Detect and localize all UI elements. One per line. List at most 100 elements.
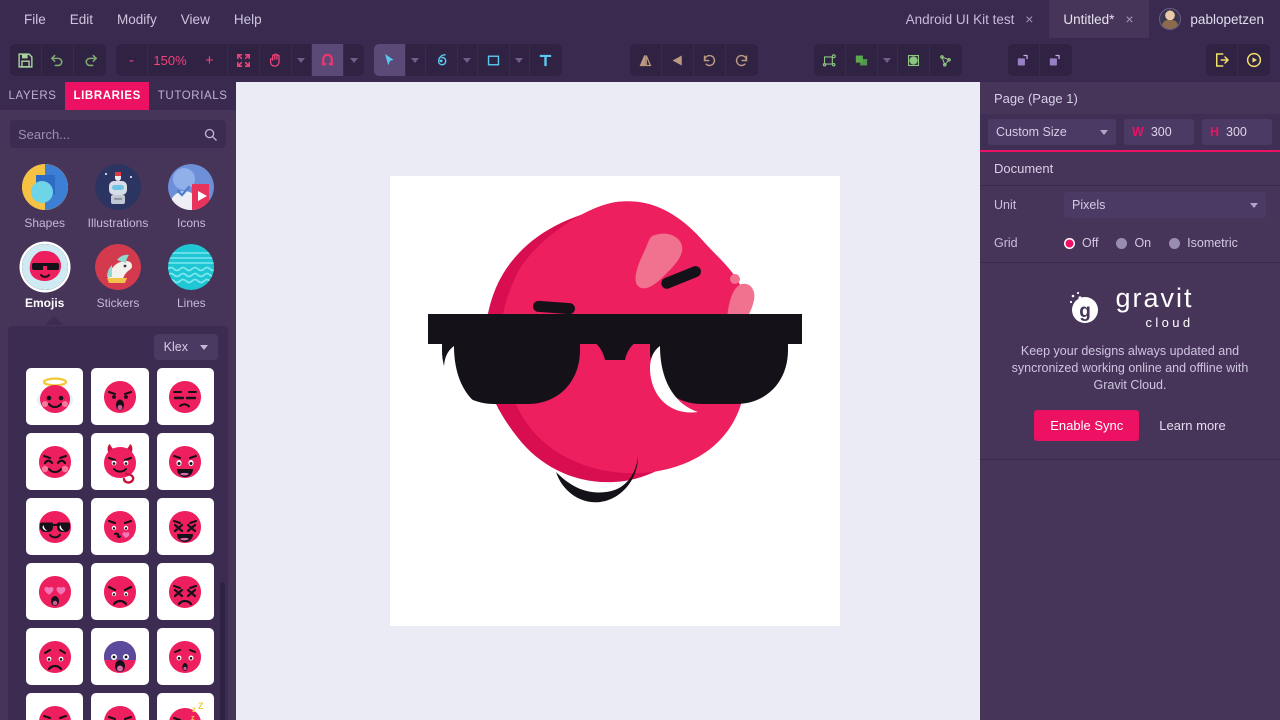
emoji-set-dropdown[interactable]: Klex	[154, 334, 218, 360]
preview-button[interactable]	[1238, 44, 1270, 76]
rotate-left-button[interactable]	[694, 44, 726, 76]
gravit-logo: g gravit cloud	[1002, 285, 1258, 329]
canvas-area[interactable]	[236, 82, 980, 720]
pen-tool-dropdown[interactable]	[458, 44, 478, 76]
page-size-preset-dropdown[interactable]: Custom Size	[988, 119, 1116, 145]
tab-layers[interactable]: LAYERS	[0, 82, 65, 110]
grid-label: Grid	[994, 236, 1064, 250]
close-icon[interactable]: ×	[1123, 12, 1135, 26]
hand-tool-dropdown[interactable]	[292, 44, 312, 76]
library-item-stickers[interactable]: Stickers	[81, 240, 154, 316]
emoji-item-devil[interactable]	[91, 433, 148, 490]
undo-button[interactable]	[42, 44, 74, 76]
emoji-item-surprised[interactable]	[157, 628, 214, 685]
library-item-illustrations[interactable]: Illustrations	[81, 160, 154, 236]
send-backward-button[interactable]	[1040, 44, 1072, 76]
pointer-tool-button[interactable]	[374, 44, 406, 76]
shapes-thumb	[22, 164, 68, 210]
page-title: Page (Page 1)	[980, 82, 1280, 114]
emoji-item-happy-blush[interactable]	[26, 433, 83, 490]
emoji-item-shocked-blue[interactable]	[91, 628, 148, 685]
menu-item-help[interactable]: Help	[224, 7, 272, 32]
close-icon[interactable]: ×	[1023, 12, 1035, 26]
grid-option-isometric[interactable]: Isometric	[1169, 236, 1238, 250]
library-item-shapes[interactable]: Shapes	[8, 160, 81, 236]
unit-dropdown[interactable]: Pixels	[1064, 192, 1266, 218]
stickers-thumb	[95, 244, 141, 290]
unit-row: Unit Pixels	[980, 186, 1280, 224]
learn-more-link[interactable]: Learn more	[1159, 418, 1225, 433]
flip-vertical-button[interactable]	[662, 44, 694, 76]
zoom-level-display[interactable]: 150%	[148, 44, 192, 76]
boolean-union-button[interactable]	[846, 44, 878, 76]
text-tool-button[interactable]	[530, 44, 562, 76]
emoji-item-crying-frown[interactable]	[157, 563, 214, 620]
emoji-item-sleeping[interactable]: z Z z	[157, 693, 214, 720]
pointer-tool-dropdown[interactable]	[406, 44, 426, 76]
export-button[interactable]	[1206, 44, 1238, 76]
emoji-scrollbar[interactable]	[220, 582, 225, 720]
user-account-chip[interactable]: pablopetzen	[1149, 0, 1280, 38]
menu-item-edit[interactable]: Edit	[60, 7, 103, 32]
emoji-item-nervous[interactable]	[91, 693, 148, 720]
document-tab-bar: Android UI Kit test × Untitled* × pablop…	[892, 0, 1280, 38]
snap-toggle-button[interactable]	[312, 44, 344, 76]
sunglasses-emoji-artwork[interactable]	[390, 176, 840, 626]
emoji-item-angry-shout[interactable]	[91, 368, 148, 425]
library-item-emojis[interactable]: Emojis	[8, 240, 81, 316]
transform-group	[630, 44, 758, 76]
pen-tool-button[interactable]	[426, 44, 458, 76]
tab-libraries[interactable]: LIBRARIES	[65, 82, 149, 110]
fit-to-screen-button[interactable]	[228, 44, 260, 76]
bring-forward-button[interactable]	[1008, 44, 1040, 76]
search-box[interactable]	[10, 120, 226, 148]
save-button[interactable]	[10, 44, 42, 76]
emoji-item-grin-open[interactable]	[157, 433, 214, 490]
grid-option-on[interactable]: On	[1116, 236, 1151, 250]
zoom-level-label: 150%	[148, 53, 192, 68]
menu-item-file[interactable]: File	[14, 7, 56, 32]
emoji-item-heart-eyes[interactable]	[26, 563, 83, 620]
tab-label: Untitled*	[1063, 12, 1114, 27]
path-edit-button[interactable]	[930, 44, 962, 76]
menu-item-modify[interactable]: Modify	[107, 7, 167, 32]
emoji-item-unamused[interactable]	[157, 368, 214, 425]
emoji-item-laughing[interactable]	[157, 498, 214, 555]
rectangle-tool-dropdown[interactable]	[510, 44, 530, 76]
libraries-body: Shapes	[0, 110, 236, 720]
hand-tool-button[interactable]	[260, 44, 292, 76]
emoji-item-dizzy[interactable]	[26, 693, 83, 720]
boolean-dropdown[interactable]	[878, 44, 898, 76]
rotate-right-button[interactable]	[726, 44, 758, 76]
emoji-item-sad-angry[interactable]	[91, 563, 148, 620]
document-tab-untitled[interactable]: Untitled* ×	[1049, 0, 1149, 38]
grid-option-off[interactable]: Off	[1064, 236, 1098, 250]
transform-button[interactable]	[814, 44, 846, 76]
document-tab-android-ui-kit[interactable]: Android UI Kit test ×	[892, 0, 1050, 38]
tab-tutorials[interactable]: TUTORIALS	[149, 82, 236, 110]
artboard[interactable]	[390, 176, 840, 626]
gravit-g-icon: g	[1066, 287, 1106, 327]
page-height-field[interactable]: H 300	[1202, 119, 1272, 145]
search-input[interactable]	[18, 127, 203, 142]
menu-item-view[interactable]: View	[171, 7, 220, 32]
zoom-out-button[interactable]: -	[116, 44, 148, 76]
flip-horizontal-button[interactable]	[630, 44, 662, 76]
menu-bar: File Edit Modify View Help Android UI Ki…	[0, 0, 1280, 38]
emoji-item-sunglasses[interactable]	[26, 498, 83, 555]
page-width-field[interactable]: W 300	[1124, 119, 1194, 145]
zoom-in-button[interactable]: +	[192, 44, 228, 76]
view-controls-group: - 150% +	[116, 44, 364, 76]
gravit-designer-window: File Edit Modify View Help Android UI Ki…	[0, 0, 1280, 720]
emojis-thumb	[22, 244, 68, 290]
emoji-item-worried[interactable]	[26, 628, 83, 685]
rectangle-tool-button[interactable]	[478, 44, 510, 76]
library-item-lines[interactable]: Lines	[155, 240, 228, 316]
emoji-item-angel[interactable]	[26, 368, 83, 425]
emoji-item-kiss-heart[interactable]	[91, 498, 148, 555]
enable-sync-button[interactable]: Enable Sync	[1034, 410, 1139, 441]
library-item-icons[interactable]: Icons	[155, 160, 228, 236]
mask-button[interactable]	[898, 44, 930, 76]
snap-dropdown[interactable]	[344, 44, 364, 76]
redo-button[interactable]	[74, 44, 106, 76]
